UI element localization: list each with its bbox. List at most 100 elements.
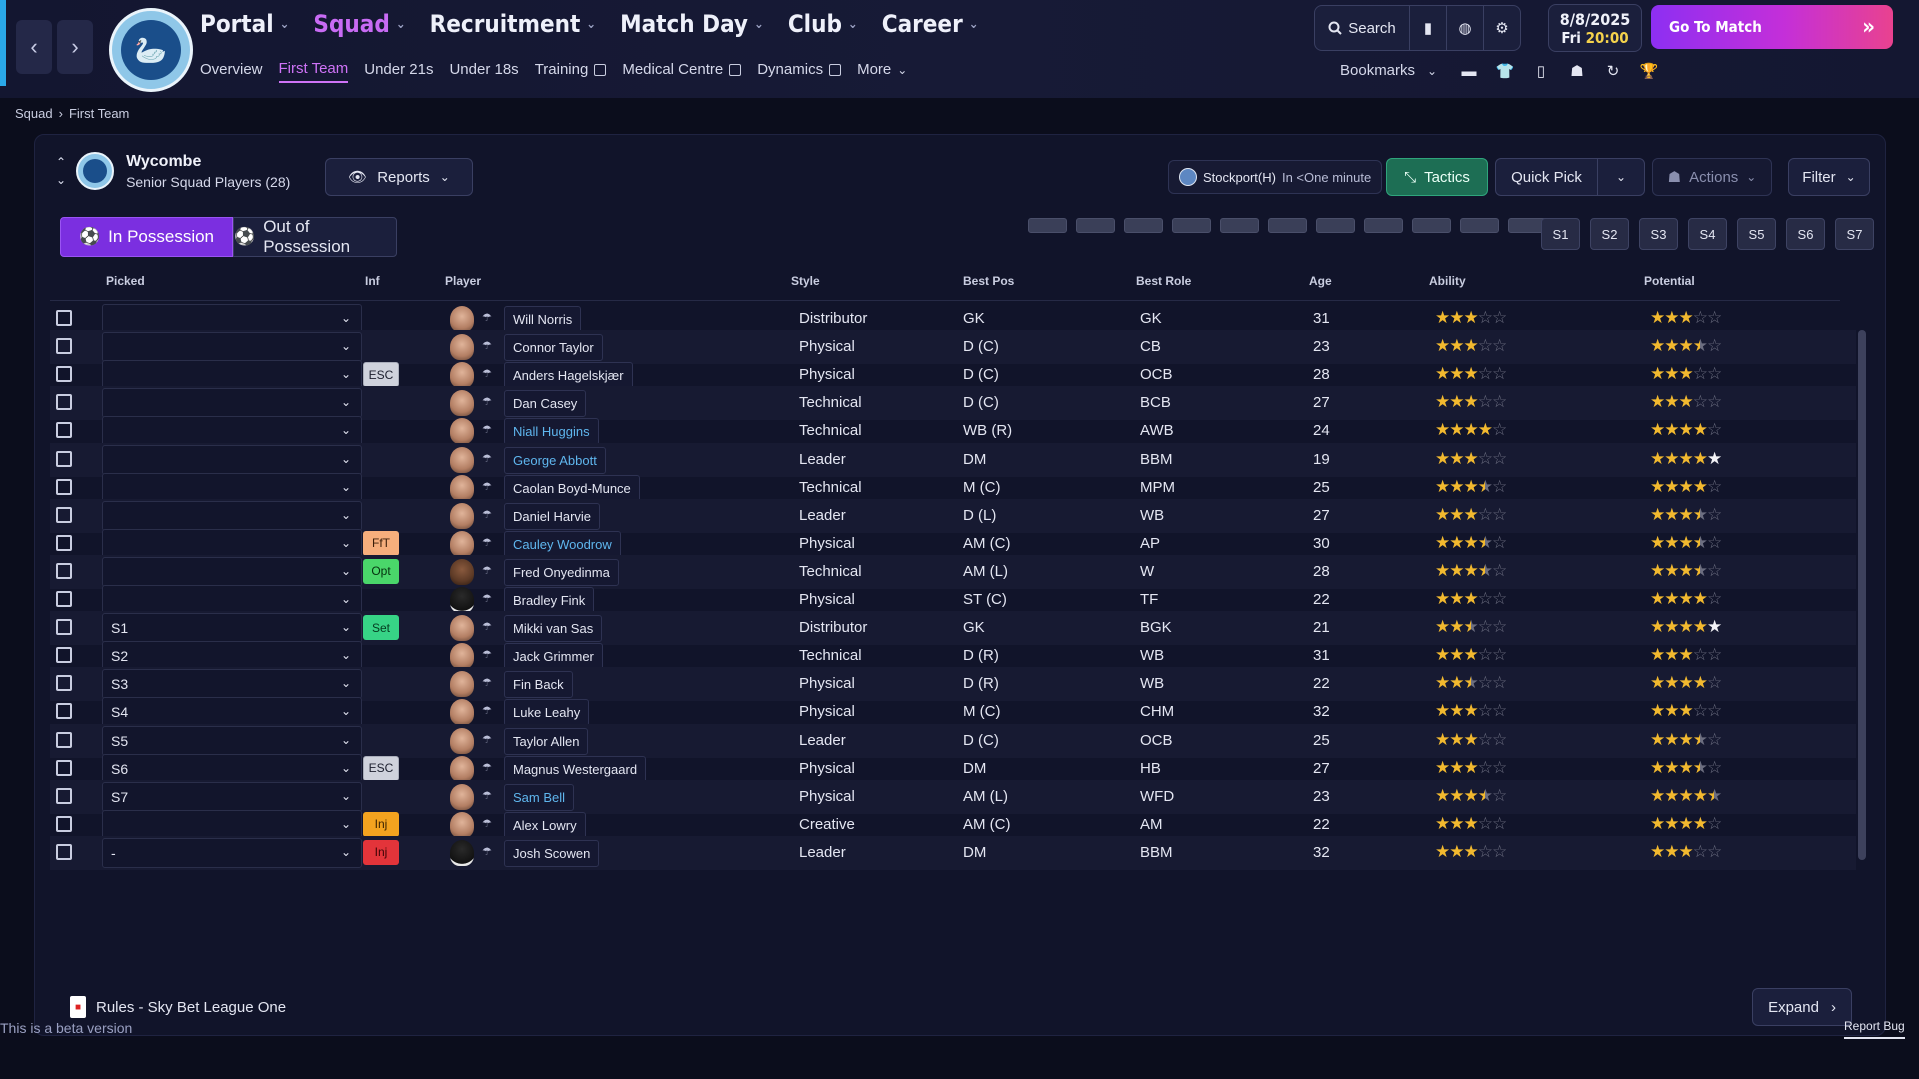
sub-button-s6[interactable]: S6 xyxy=(1786,218,1825,250)
col-player[interactable]: Player xyxy=(445,274,481,288)
player-name[interactable]: Niall Huggins xyxy=(504,418,599,446)
refresh-icon[interactable]: ↻ xyxy=(1602,60,1624,82)
inf-badge[interactable]: Opt xyxy=(363,558,399,584)
row-checkbox[interactable] xyxy=(56,478,72,495)
nav-match-day[interactable]: Match Day ⌄ xyxy=(620,10,764,38)
tactics-button[interactable]: ⤡ Tactics xyxy=(1386,158,1488,196)
settings-button[interactable]: ⚙ xyxy=(1484,6,1520,50)
forward-button[interactable]: › xyxy=(57,20,93,74)
table-scrollbar[interactable] xyxy=(1858,330,1866,860)
row-checkbox[interactable] xyxy=(56,366,72,383)
next-match-badge[interactable]: Stockport(H) In <One minute xyxy=(1168,160,1383,194)
inf-badge[interactable]: Inj xyxy=(363,839,399,865)
slot-indicator[interactable] xyxy=(1268,218,1307,233)
inf-badge[interactable]: FfT xyxy=(363,530,399,556)
reports-dropdown[interactable]: 👁 Reports ⌄ xyxy=(325,158,473,196)
nav-portal[interactable]: Portal ⌄ xyxy=(200,10,289,38)
collapse-toggle[interactable]: ⌃ ⌄ xyxy=(56,153,66,189)
picked-select[interactable]: - ⌄ xyxy=(102,837,362,868)
sub-button-s4[interactable]: S4 xyxy=(1688,218,1727,250)
row-checkbox[interactable] xyxy=(56,759,72,776)
filter-dropdown[interactable]: Filter ⌄ xyxy=(1788,158,1870,196)
inf-badge[interactable]: ESC xyxy=(363,362,399,388)
row-checkbox[interactable] xyxy=(56,675,72,692)
nav-career[interactable]: Career ⌄ xyxy=(882,10,979,38)
slot-indicator[interactable] xyxy=(1316,218,1355,233)
player-name[interactable]: Daniel Harvie xyxy=(504,502,601,530)
tab-out-of-possession[interactable]: ⚽ Out of Possession xyxy=(233,217,398,257)
row-checkbox[interactable] xyxy=(56,731,72,748)
player-name[interactable]: Jack Grimmer xyxy=(504,643,603,671)
col-ability[interactable]: Ability xyxy=(1429,274,1466,288)
rules-footer[interactable]: ■ Rules - Sky Bet League One xyxy=(70,996,286,1018)
world-button[interactable]: ◍ xyxy=(1447,6,1484,50)
slot-indicator[interactable] xyxy=(1412,218,1451,233)
bookmarks-dropdown[interactable]: Bookmarks ⌄ xyxy=(1340,62,1437,79)
people-icon[interactable]: ☗ xyxy=(1566,60,1588,82)
player-name[interactable]: Mikki van Sas xyxy=(504,615,603,643)
slot-indicator[interactable] xyxy=(1460,218,1499,233)
player-name[interactable]: Sam Bell xyxy=(504,783,575,811)
player-name[interactable]: Connor Taylor xyxy=(504,334,603,362)
expand-button[interactable]: Expand › xyxy=(1752,988,1852,1026)
sub-button-s3[interactable]: S3 xyxy=(1639,218,1678,250)
row-checkbox[interactable] xyxy=(56,787,72,804)
go-to-match-button[interactable]: Go To Match » xyxy=(1651,5,1893,49)
table-row[interactable]: - ⌄ Inj ☂ Josh Scowen Leader DM BBM 32 ★★★☆☆ ★★★☆☆ xyxy=(50,835,1856,870)
player-name[interactable]: Cauley Woodrow xyxy=(504,530,621,558)
row-checkbox[interactable] xyxy=(56,703,72,720)
breadcrumb-squad[interactable]: Squad xyxy=(15,106,53,121)
row-checkbox[interactable] xyxy=(56,394,72,411)
nav-club[interactable]: Club ⌄ xyxy=(788,10,858,38)
player-name[interactable]: Luke Leahy xyxy=(504,699,590,727)
subnav-more[interactable]: More ⌄ xyxy=(857,60,907,83)
nav-squad[interactable]: Squad ⌄ xyxy=(313,10,405,38)
sub-button-s2[interactable]: S2 xyxy=(1590,218,1629,250)
col-best-pos[interactable]: Best Pos xyxy=(963,274,1014,288)
player-name[interactable]: Magnus Westergaard xyxy=(504,755,647,783)
club-crest[interactable]: 🦢 xyxy=(109,8,193,92)
subnav-first-team[interactable]: First Team xyxy=(278,60,349,83)
player-name[interactable]: Dan Casey xyxy=(504,390,587,418)
slot-indicator[interactable] xyxy=(1172,218,1211,233)
row-checkbox[interactable] xyxy=(56,815,72,832)
player-name[interactable]: Will Norris xyxy=(504,306,582,333)
shirt-icon[interactable]: 👕 xyxy=(1494,60,1516,82)
player-name[interactable]: Bradley Fink xyxy=(504,587,595,614)
subnav-dynamics[interactable]: Dynamics xyxy=(757,60,842,83)
subnav-medical-centre[interactable]: Medical Centre xyxy=(622,60,742,83)
col-inf[interactable]: Inf xyxy=(365,274,380,288)
row-checkbox[interactable] xyxy=(56,422,72,439)
sub-button-s5[interactable]: S5 xyxy=(1737,218,1776,250)
row-checkbox[interactable] xyxy=(56,506,72,523)
inf-badge[interactable]: ESC xyxy=(363,755,399,781)
player-name[interactable]: Josh Scowen xyxy=(504,839,600,867)
subnav-under-21s[interactable]: Under 21s xyxy=(364,60,433,83)
quick-pick-dropdown[interactable]: ⌄ xyxy=(1598,159,1644,195)
row-checkbox[interactable] xyxy=(56,647,72,664)
inf-badge[interactable]: Set xyxy=(363,615,399,641)
col-potential[interactable]: Potential xyxy=(1644,274,1695,288)
col-style[interactable]: Style xyxy=(791,274,820,288)
row-checkbox[interactable] xyxy=(56,591,72,607)
row-checkbox[interactable] xyxy=(56,450,72,467)
bookmark-button[interactable]: ▮ xyxy=(1410,6,1447,50)
row-checkbox[interactable] xyxy=(56,534,72,551)
player-name[interactable]: George Abbott xyxy=(504,446,606,474)
row-checkbox[interactable] xyxy=(56,562,72,579)
subnav-training[interactable]: Training xyxy=(535,60,607,83)
player-name[interactable]: Alex Lowry xyxy=(504,811,586,839)
slot-indicator[interactable] xyxy=(1220,218,1259,233)
slot-indicator[interactable] xyxy=(1076,218,1115,233)
col-best-role[interactable]: Best Role xyxy=(1136,274,1191,288)
back-button[interactable]: ‹ xyxy=(16,20,52,74)
inf-badge[interactable]: Inj xyxy=(363,811,399,837)
trophy-icon[interactable]: 🏆 xyxy=(1638,60,1660,82)
slot-indicator[interactable] xyxy=(1364,218,1403,233)
subnav-overview[interactable]: Overview xyxy=(200,60,263,83)
search-button[interactable]: Search xyxy=(1315,6,1410,50)
row-checkbox[interactable] xyxy=(56,310,72,326)
player-name[interactable]: Fin Back xyxy=(504,671,573,699)
nav-recruitment[interactable]: Recruitment ⌄ xyxy=(430,10,596,38)
report-bug-link[interactable]: Report Bug xyxy=(1844,1019,1905,1039)
